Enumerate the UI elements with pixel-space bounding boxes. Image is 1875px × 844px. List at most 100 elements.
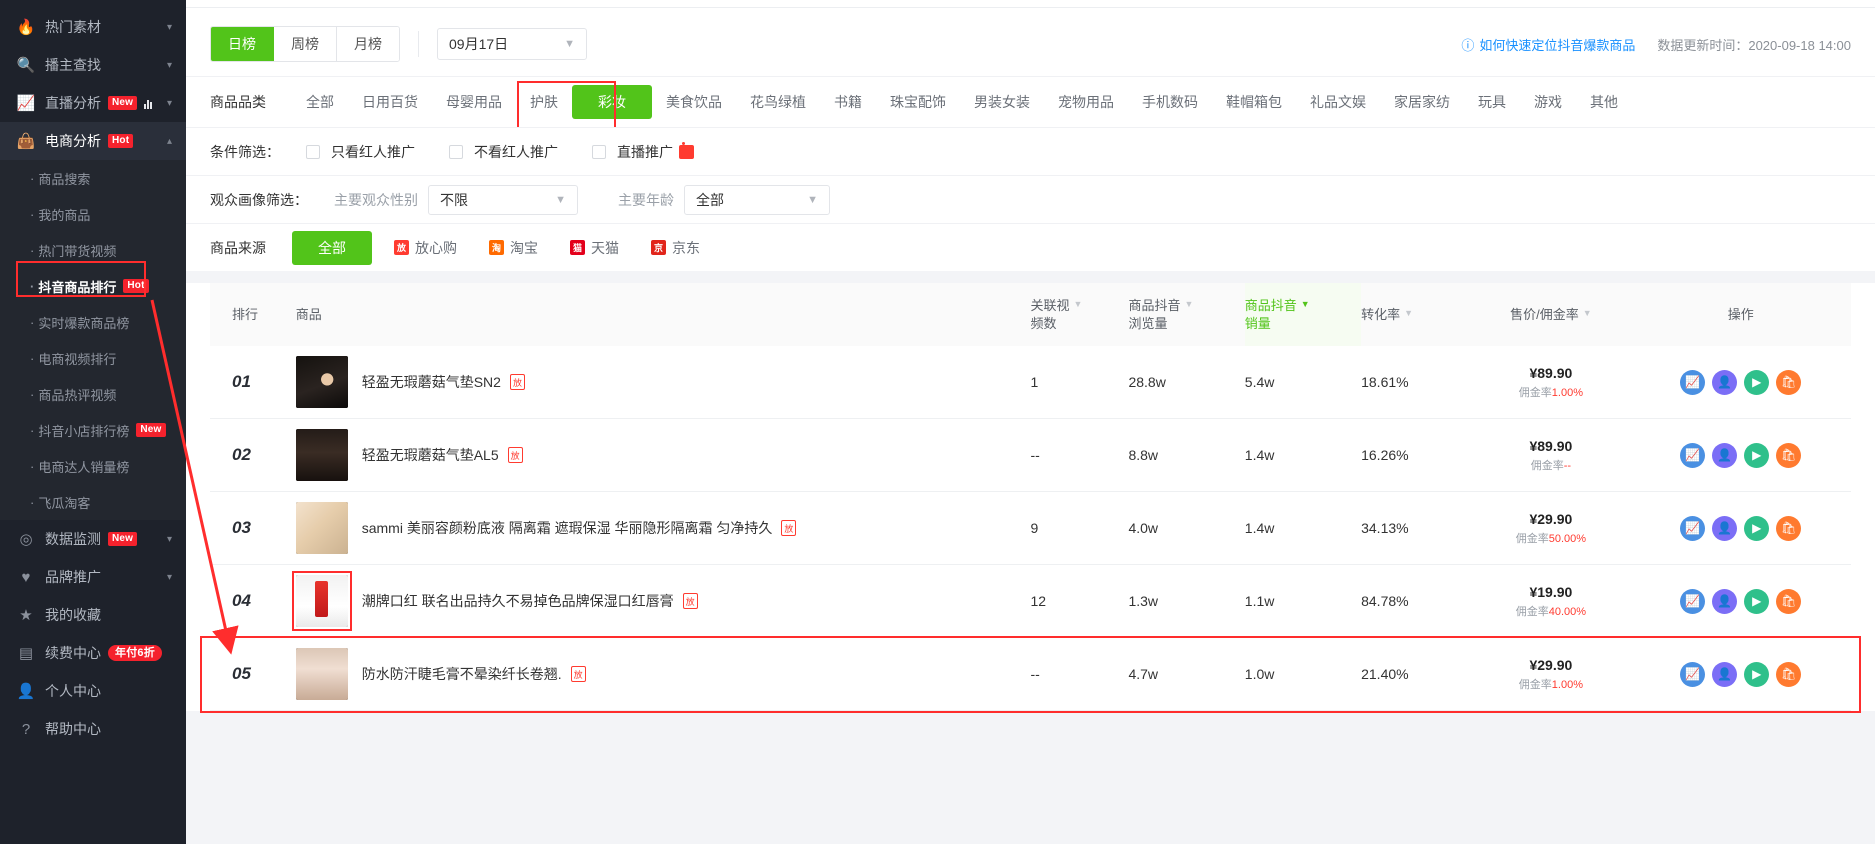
rank-mode-segmented[interactable]: 日榜 周榜 月榜 (210, 26, 400, 62)
product-thumbnail[interactable] (295, 429, 348, 482)
source-4[interactable]: 京京东 (651, 238, 700, 258)
sidebar-bottom-4[interactable]: 👤 个人中心 (0, 672, 186, 710)
category-4[interactable]: 彩妆 (572, 85, 652, 119)
video-play-icon[interactable]: ▶ (1744, 369, 1770, 395)
product-thumbnail[interactable] (295, 356, 348, 409)
person-icon[interactable]: 👤 (1712, 515, 1738, 541)
checkbox-icon[interactable] (306, 144, 320, 159)
sidebar-item-8[interactable]: · 电商达人销量榜 (0, 448, 186, 484)
sort-arrow-icon[interactable]: ▼ (1301, 299, 1310, 309)
sidebar-item-0[interactable]: · 商品搜索 (0, 160, 186, 196)
product-thumbnail[interactable] (295, 502, 348, 555)
sidebar-item-7[interactable]: · 抖音小店排行榜 New (0, 412, 186, 448)
checkbox-icon[interactable] (592, 144, 606, 159)
help-link[interactable]: ⓘ 如何快速定位抖音爆款商品 (1461, 35, 1635, 54)
table-row[interactable]: 02 轻盈无瑕蘑菇气垫AL5 放 -- 8.8w 1.4w 16.26% ¥89.90 佣金率-… (210, 418, 1851, 493)
col-header-conversion[interactable]: 转化率 ▼ (1361, 283, 1472, 347)
sort-arrow-icon[interactable]: ▼ (1074, 299, 1083, 309)
shop-tag-icon[interactable]: 放 (507, 447, 523, 464)
col-header-videos[interactable]: 关联视 频数 ▼ (1030, 283, 1129, 347)
product-thumbnail[interactable] (295, 575, 348, 628)
sort-arrow-icon[interactable]: ▼ (1184, 299, 1193, 309)
shop-bag-icon[interactable]: 🛍 (1776, 442, 1802, 468)
product-name[interactable]: sammi 美丽容颜粉底液 隔离霜 遮瑕保湿 华丽隐形隔离霜 匀净持久放 (362, 518, 797, 538)
category-11[interactable]: 手机数码 (1128, 86, 1212, 118)
trend-chart-icon[interactable]: 📈 (1680, 515, 1706, 541)
sidebar-group-0[interactable]: 🔥 热门素材 ▾ (0, 8, 186, 46)
product-name[interactable]: 防水防汗睫毛膏不晕染纤长卷翘. 放 (362, 664, 586, 684)
product-thumbnail[interactable] (295, 648, 348, 701)
audience-age-select[interactable]: 全部 ▼ (684, 184, 830, 215)
person-icon[interactable]: 👤 (1712, 588, 1738, 614)
person-icon[interactable]: 👤 (1712, 442, 1738, 468)
table-row[interactable]: 01 轻盈无瑕蘑菇气垫SN2 放 1 28.8w 5.4w 18.61% ¥89.90 佣金率1… (210, 346, 1851, 420)
sidebar-item-4[interactable]: · 实时爆款商品榜 (0, 304, 186, 340)
video-play-icon[interactable]: ▶ (1744, 515, 1770, 541)
shop-bag-icon[interactable]: 🛍 (1776, 515, 1802, 541)
category-2[interactable]: 母婴用品 (432, 86, 516, 118)
sort-arrow-icon[interactable]: ▼ (1583, 308, 1592, 318)
sidebar-item-9[interactable]: · 飞瓜淘客 (0, 484, 186, 520)
category-3[interactable]: 护肤 (516, 86, 572, 118)
sidebar-bottom-1[interactable]: ♥ 品牌推广 ▾ (0, 558, 186, 596)
sidebar-item-3[interactable]: · 抖音商品排行 Hot (0, 268, 186, 304)
trend-chart-icon[interactable]: 📈 (1680, 661, 1706, 687)
table-row[interactable]: 05 防水防汗睫毛膏不晕染纤长卷翘. 放 -- 4.7w 1.0w 21.40% ¥29.90… (210, 637, 1851, 712)
trend-chart-icon[interactable]: 📈 (1680, 369, 1706, 395)
sidebar-group-3[interactable]: 👜 电商分析 Hot ▴ (0, 122, 186, 160)
table-row[interactable]: 04 潮牌口红 联名出品持久不易掉色品牌保湿口红唇膏放 12 1.3w 1.1w 84.7… (210, 564, 1851, 639)
sidebar-item-2[interactable]: · 热门带货视频 (0, 232, 186, 268)
col-header-views[interactable]: 商品抖音 浏览量 ▼ (1128, 283, 1245, 347)
category-1[interactable]: 日用百货 (348, 86, 432, 118)
rank-mode-0[interactable]: 日榜 (211, 27, 274, 61)
category-17[interactable]: 其他 (1576, 86, 1632, 118)
person-icon[interactable]: 👤 (1712, 661, 1738, 687)
rank-mode-1[interactable]: 周榜 (274, 27, 337, 61)
shop-bag-icon[interactable]: 🛍 (1776, 588, 1802, 614)
category-5[interactable]: 美食饮品 (652, 86, 736, 118)
shop-tag-icon[interactable]: 放 (509, 374, 525, 391)
source-2[interactable]: 淘淘宝 (489, 238, 538, 258)
col-header-price[interactable]: 售价/佣金率 ▼ (1471, 283, 1631, 347)
sidebar-bottom-0[interactable]: ◎ 数据监测 New ▾ (0, 520, 186, 558)
shop-bag-icon[interactable]: 🛍 (1776, 661, 1802, 687)
source-3[interactable]: 猫天猫 (570, 238, 619, 258)
sidebar-group-1[interactable]: 🔍 播主查找 ▾ (0, 46, 186, 84)
video-play-icon[interactable]: ▶ (1744, 442, 1770, 468)
sort-arrow-icon[interactable]: ▼ (1404, 308, 1413, 318)
sidebar-bottom-5[interactable]: ? 帮助中心 (0, 710, 186, 748)
shop-tag-icon[interactable]: 放 (682, 593, 698, 610)
checkbox-icon[interactable] (449, 144, 463, 159)
shop-tag-icon[interactable]: 放 (781, 520, 797, 537)
category-13[interactable]: 礼品文娱 (1296, 86, 1380, 118)
shop-bag-icon[interactable]: 🛍 (1776, 369, 1802, 395)
category-8[interactable]: 珠宝配饰 (876, 86, 960, 118)
product-name[interactable]: 潮牌口红 联名出品持久不易掉色品牌保湿口红唇膏放 (362, 591, 698, 611)
condition-1[interactable]: 不看红人推广 (449, 142, 558, 162)
category-16[interactable]: 游戏 (1520, 86, 1576, 118)
shop-tag-icon[interactable]: 放 (570, 666, 586, 683)
sidebar-bottom-3[interactable]: ▤ 续费中心 年付6折 (0, 634, 186, 672)
category-9[interactable]: 男装女装 (960, 86, 1044, 118)
video-play-icon[interactable]: ▶ (1744, 588, 1770, 614)
category-12[interactable]: 鞋帽箱包 (1212, 86, 1296, 118)
table-row[interactable]: 03 sammi 美丽容颜粉底液 隔离霜 遮瑕保湿 华丽隐形隔离霜 匀净持久放 9 4… (210, 491, 1851, 566)
sidebar-item-6[interactable]: · 商品热评视频 (0, 376, 186, 412)
sidebar-item-1[interactable]: · 我的商品 (0, 196, 186, 232)
category-10[interactable]: 宠物用品 (1044, 86, 1128, 118)
video-play-icon[interactable]: ▶ (1744, 661, 1770, 687)
audience-gender-select[interactable]: 不限 ▼ (428, 184, 578, 215)
category-6[interactable]: 花鸟绿植 (736, 86, 820, 118)
product-name[interactable]: 轻盈无瑕蘑菇气垫SN2 放 (362, 372, 525, 392)
person-icon[interactable]: 👤 (1712, 369, 1738, 395)
sidebar-item-5[interactable]: · 电商视频排行 (0, 340, 186, 376)
sidebar-group-2[interactable]: 📈 直播分析 New ▾ (0, 84, 186, 122)
category-14[interactable]: 家居家纺 (1380, 86, 1464, 118)
category-7[interactable]: 书籍 (820, 86, 876, 118)
source-1[interactable]: 放放心购 (394, 238, 457, 258)
source-0[interactable]: 全部 (292, 230, 372, 265)
category-15[interactable]: 玩具 (1464, 86, 1520, 118)
condition-0[interactable]: 只看红人推广 (306, 142, 415, 162)
category-0[interactable]: 全部 (292, 86, 348, 118)
trend-chart-icon[interactable]: 📈 (1680, 588, 1706, 614)
